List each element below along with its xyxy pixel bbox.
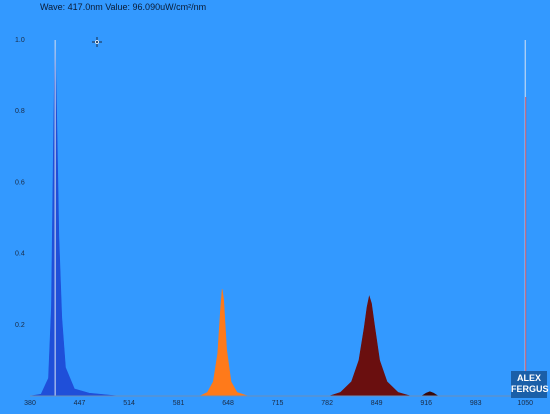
y-tick-label: 1.0 — [15, 37, 25, 44]
x-tick-label: 782 — [321, 400, 333, 407]
x-tick-label: 648 — [222, 400, 234, 407]
peak-area-2 — [329, 295, 411, 397]
peak-area-0 — [29, 39, 119, 397]
peak-area-3 — [421, 391, 440, 397]
x-axis-ticks: 380 447 514 581 648 715 782 849 916 983 1050 — [24, 400, 533, 407]
marker-lines — [54, 40, 527, 396]
crosshair-cursor-icon[interactable] — [92, 37, 102, 47]
x-tick-label: 380 — [24, 400, 36, 407]
x-tick-label: 849 — [371, 400, 383, 407]
watermark-line2: FERGUS — [511, 384, 549, 394]
watermark-logo: ALEX FERGUS — [511, 371, 549, 398]
y-tick-label: 0.2 — [15, 322, 25, 329]
y-tick-label: 0.4 — [15, 251, 25, 258]
y-axis-ticks: 0.2 0.4 0.6 0.8 1.0 — [15, 37, 25, 329]
x-tick-label: 581 — [173, 400, 185, 407]
x-tick-label: 983 — [470, 400, 482, 407]
spectrum-peaks — [29, 39, 440, 397]
x-tick-label: 447 — [74, 400, 86, 407]
x-tick-label: 1050 — [517, 400, 533, 407]
spectrum-chart[interactable]: 380 447 514 581 648 715 782 849 916 983 1050 0.20.… — [0, 0, 550, 414]
y-tick-label: 0.8 — [15, 108, 25, 115]
x-tick-label: 715 — [272, 400, 284, 407]
peak-area-1 — [199, 289, 249, 397]
y-tick-label: 0.6 — [15, 179, 25, 186]
x-tick-label: 916 — [420, 400, 432, 407]
watermark-line1: ALEX — [516, 373, 541, 383]
x-tick-label: 514 — [123, 400, 135, 407]
